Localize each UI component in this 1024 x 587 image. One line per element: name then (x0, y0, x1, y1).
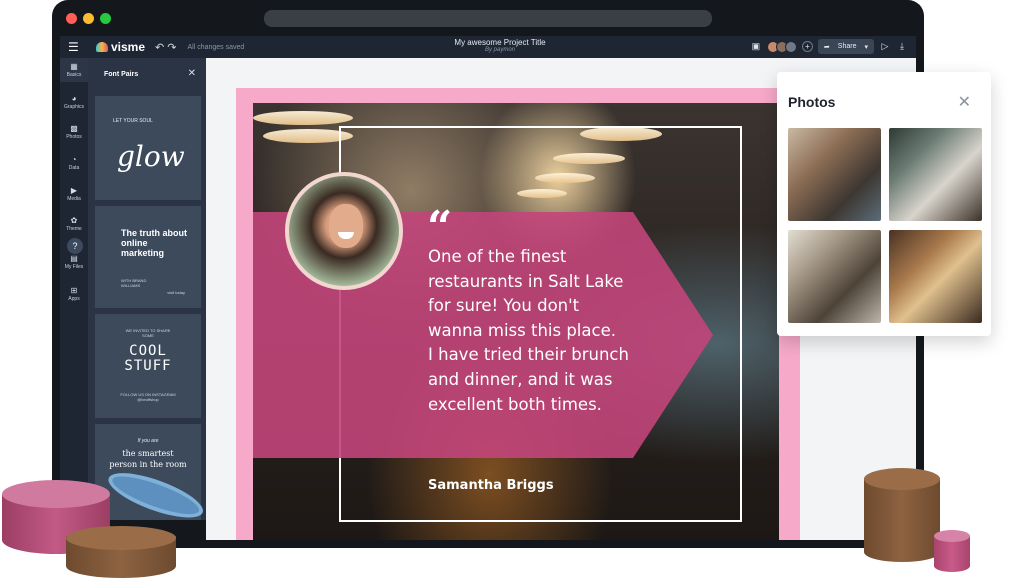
rail-label: Graphics (63, 104, 84, 110)
customer-avatar[interactable] (285, 172, 403, 290)
panel-title: Font Pairs (104, 71, 139, 78)
rail-item-theme[interactable]: ✿ Theme (60, 216, 88, 232)
app-toolbar: ☰ visme ↶↷ All changes saved My awesome … (60, 36, 916, 58)
share-icon: ➦ (823, 43, 830, 51)
minimize-dot-icon[interactable] (83, 13, 94, 24)
apps-icon: ⊞ (70, 286, 78, 295)
rail-item-my-files[interactable]: ▤ My Files (60, 254, 88, 270)
rail-label: Media (67, 196, 81, 202)
comments-icon[interactable]: ▣ (750, 41, 762, 52)
quote-line: One of the finest (428, 247, 567, 266)
brand-name: visme (111, 40, 146, 54)
quote-line: for sure! You don't (428, 296, 580, 316)
card-small-text: FOLLOW US ON INSTAGRAM @beoffshop (120, 392, 176, 402)
chart-icon: ◔ (71, 155, 77, 164)
rail-item-photos[interactable]: ▩ Photos (60, 124, 88, 140)
font-pair-card[interactable]: LET YOUR SOUL glow (95, 96, 201, 200)
address-bar[interactable] (264, 10, 712, 27)
rail-label: My Files (64, 264, 84, 270)
project-author: By paymon (484, 47, 515, 53)
left-rail: ▦ Basics ◕ Graphics ▩ Photos ◔ Data ▶ Me… (60, 58, 88, 520)
rail-item-graphics[interactable]: ◕ Graphics (60, 94, 88, 110)
rail-label: Basics (66, 72, 82, 78)
rail-item-basics[interactable]: ▦ Basics (60, 58, 88, 82)
font-pair-card[interactable]: The truth about online marketing WITH BR… (95, 206, 201, 308)
toolbar-right: ▣ + ➦ Share ▾ ▷ ⤓ (750, 39, 908, 54)
rail-label: Apps (68, 296, 80, 302)
share-label: Share (837, 43, 857, 50)
card-small-text: WE INVITED TO SHARE SOME (125, 328, 171, 338)
window-controls (66, 13, 111, 24)
shapes-icon: ◕ (71, 94, 77, 103)
project-title[interactable]: My awesome Project Title (440, 38, 560, 47)
close-dot-icon[interactable] (66, 13, 77, 24)
brown-cylinder-decoration (66, 526, 176, 584)
panel-title: Photos (788, 94, 836, 110)
card-small-text: WITH BRAND WILLIAMS (121, 278, 147, 288)
rail-label: Data (68, 165, 80, 171)
present-play-icon[interactable]: ▷ (879, 41, 891, 52)
font-pair-card[interactable]: WE INVITED TO SHARE SOME COOL STUFF FOLL… (95, 314, 201, 418)
rail-item-apps[interactable]: ⊞ Apps (60, 286, 88, 302)
font-pairs-panel: Font Pairs ✕ LET YOUR SOUL glow The trut… (88, 58, 206, 520)
grid-icon: ▦ (70, 62, 78, 71)
help-button[interactable]: ? (67, 238, 83, 254)
chevron-down-icon: ▾ (864, 43, 868, 51)
play-icon: ▶ (70, 186, 78, 195)
palette-icon: ✿ (70, 216, 78, 225)
add-collaborator-icon[interactable]: + (801, 41, 813, 52)
rail-label: Theme (66, 226, 82, 232)
quote-line: and dinner, and it was (428, 369, 613, 389)
quote-line: I have tried their brunch (428, 345, 629, 365)
card-small-text: LET YOUR SOUL (113, 118, 153, 124)
visme-logo: visme (96, 40, 145, 54)
testimonial-text[interactable]: One of the finest restaurants in Salt La… (428, 245, 668, 417)
rail-item-media[interactable]: ▶ Media (60, 186, 88, 202)
folder-icon: ▤ (70, 254, 78, 263)
download-icon[interactable]: ⤓ (896, 41, 908, 52)
image-icon: ▩ (70, 124, 78, 133)
close-icon[interactable]: ✕ (958, 92, 971, 112)
card-heading: The truth about online marketing (121, 228, 187, 258)
logo-mark-icon (96, 42, 108, 52)
card-small-text: If you are (137, 438, 159, 444)
lamp-shape (253, 111, 353, 125)
card-heading: COOL STUFF (124, 343, 172, 374)
diner-group-photo[interactable] (788, 230, 881, 323)
share-button[interactable]: ➦ Share ▾ (817, 39, 874, 54)
brown-cylinder-decoration (864, 468, 940, 566)
restaurant-table-photo[interactable] (788, 128, 881, 221)
rail-label: Photos (66, 134, 82, 140)
rail-item-data[interactable]: ◔ Data (60, 155, 88, 171)
pink-cylinder-decoration (934, 530, 970, 574)
help-icon: ? (72, 241, 78, 251)
testimonial-author[interactable]: Samantha Briggs (428, 478, 554, 493)
photos-panel: Photos ✕ (777, 72, 991, 336)
marketing-hero: ☰ visme ↶↷ All changes saved My awesome … (0, 0, 1024, 587)
quote-line: restaurants in Salt Lake (428, 271, 624, 291)
close-icon[interactable]: ✕ (188, 68, 196, 79)
quote-line: wanna miss this place. (428, 320, 616, 340)
quote-line: excellent both times. (428, 394, 602, 414)
card-heading: glow (117, 140, 185, 173)
card-small-text: visit today (167, 290, 185, 295)
undo-redo-icons[interactable]: ↶↷ (155, 41, 179, 54)
quote-mark-icon: “ (427, 202, 453, 253)
menu-icon[interactable]: ☰ (68, 40, 82, 54)
save-status: All changes saved (187, 43, 245, 51)
maximize-dot-icon[interactable] (100, 13, 111, 24)
avatar[interactable] (784, 40, 797, 53)
face-shape (329, 204, 363, 248)
toast-dinner-photo[interactable] (889, 230, 982, 323)
project-title-block[interactable]: My awesome Project Title By paymon (440, 38, 560, 53)
chef-kitchen-photo[interactable] (889, 128, 982, 221)
